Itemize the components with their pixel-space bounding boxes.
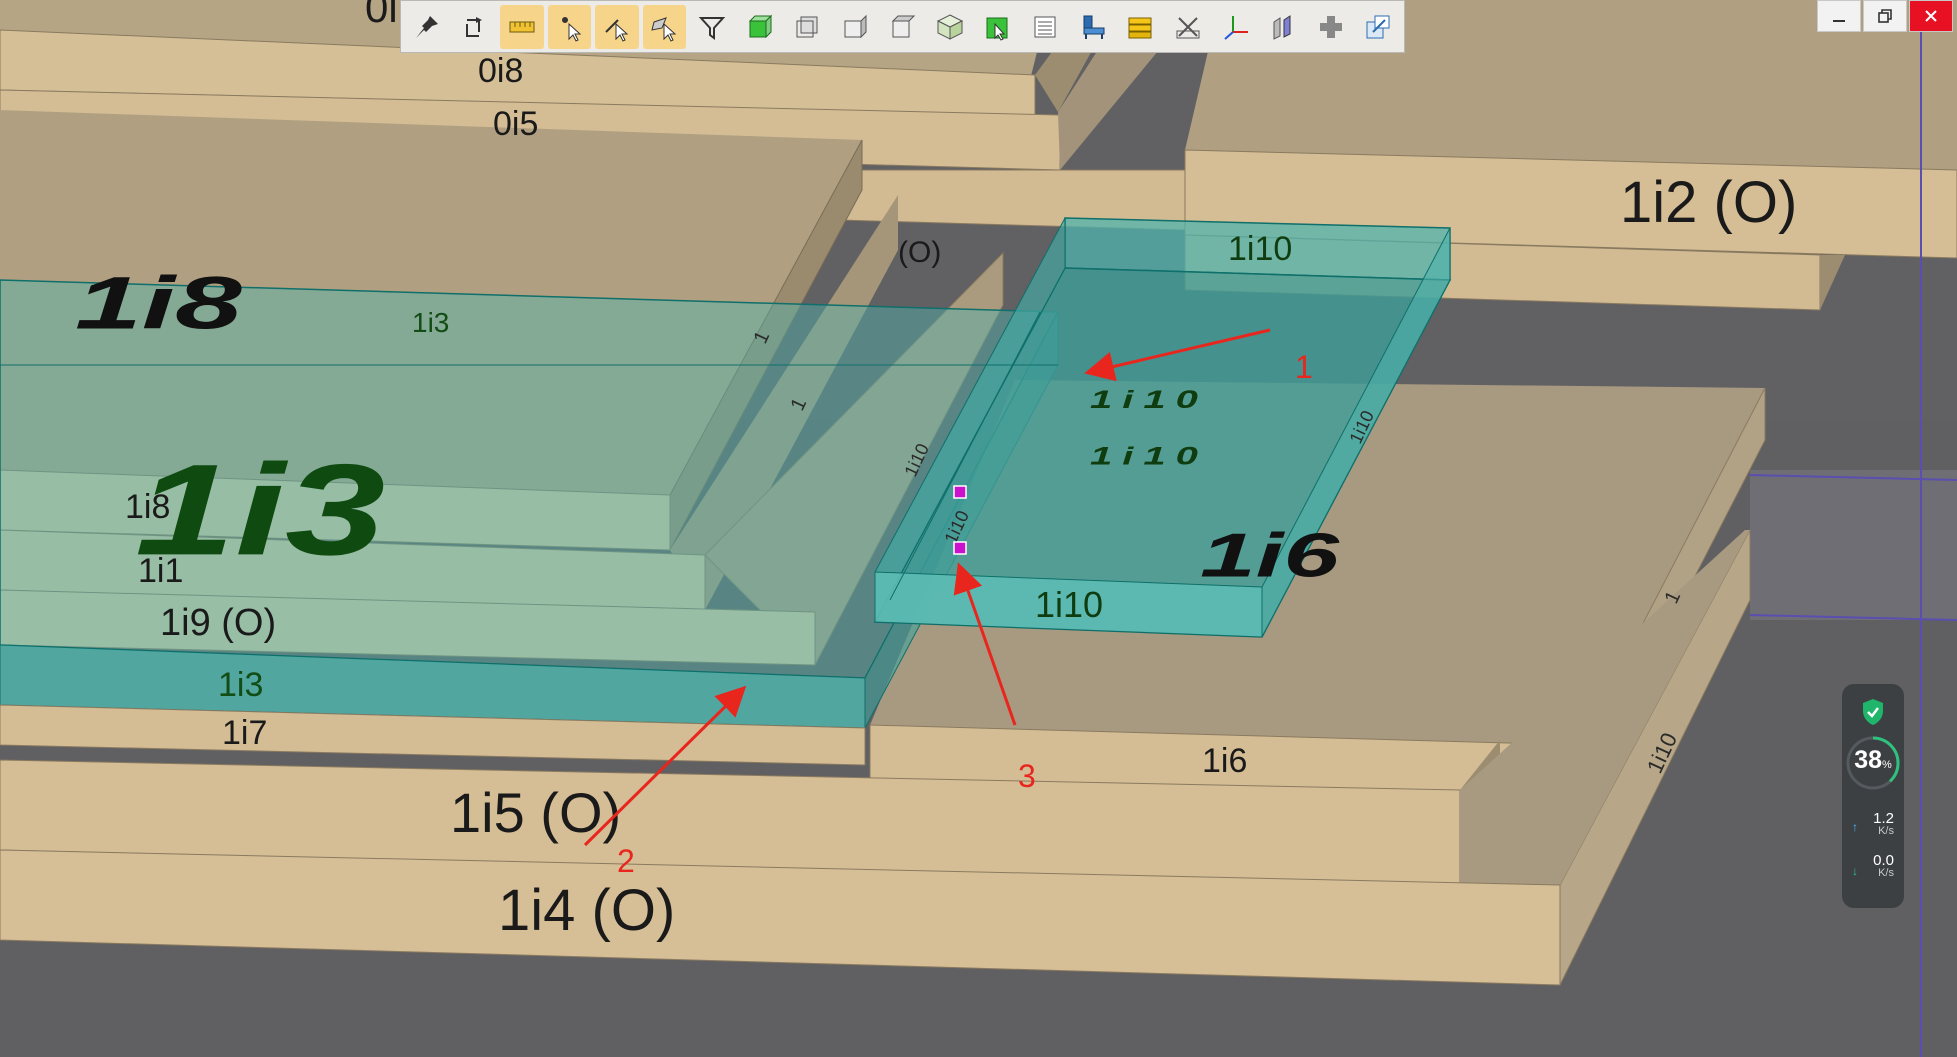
label-0i5: 0i5 (493, 105, 538, 143)
label-1i3-front: 1i3 (218, 666, 263, 704)
3d-viewport[interactable]: 0i12 (O) 0i8 0i5 (O) 1i2 (O) 1i8 1i3 1i3… (0, 0, 1957, 1057)
label-1i10-front: 1i10 (1035, 584, 1103, 625)
label-1i6-front: 1i6 (1202, 742, 1247, 780)
label-1i10-face-b: 1i10 (1090, 443, 1208, 471)
label-1i9: 1i9 (O) (160, 602, 276, 644)
board-1i2-lower-side (1820, 255, 1845, 310)
axes-icon[interactable] (1214, 5, 1258, 49)
view-left-icon[interactable] (833, 5, 877, 49)
add-icon[interactable] (1309, 5, 1353, 49)
select-object-icon[interactable] (976, 5, 1020, 49)
label-1i7: 1i7 (222, 714, 267, 752)
label-1i8-big: 1i8 (75, 262, 242, 345)
annotation-label-1: 1 (1295, 349, 1313, 385)
minimize-icon[interactable] (1817, 0, 1861, 32)
label-1i1: 1i1 (138, 552, 183, 590)
annotation-label-2: 2 (617, 843, 635, 879)
view-iso-icon[interactable] (928, 5, 972, 49)
rotate-icon[interactable] (453, 5, 497, 49)
label-0i8: 0i8 (478, 52, 523, 90)
label-1i10-face-a: 1i10 (1090, 386, 1208, 414)
label-1i4: 1i4 (O) (498, 878, 675, 943)
restore-icon[interactable] (1863, 0, 1907, 32)
view-right-icon[interactable] (881, 5, 925, 49)
annotation-label-3: 3 (1018, 758, 1036, 794)
upload-rate: 1.2 K/s (1873, 810, 1894, 837)
download-rate: 0.0 K/s (1873, 852, 1894, 879)
vertex-handle[interactable] (953, 485, 967, 499)
toolbar (400, 0, 1405, 53)
ruler-icon[interactable] (500, 4, 544, 49)
export-icon[interactable] (1357, 5, 1401, 49)
label-1i2: 1i2 (O) (1620, 170, 1797, 235)
close-icon[interactable] (1909, 0, 1953, 32)
layers-icon[interactable] (1119, 5, 1163, 49)
edge-select-icon[interactable] (595, 4, 639, 49)
window-controls (1815, 0, 1953, 34)
chair-icon[interactable] (1071, 5, 1115, 49)
panels-icon[interactable] (1261, 5, 1305, 49)
cut-icon[interactable] (1166, 5, 1210, 49)
label-1i10-top: 1i10 (1228, 230, 1292, 268)
label-1i6-big: 1i6 (1200, 521, 1340, 590)
vertex-handle[interactable] (953, 541, 967, 555)
list-icon[interactable] (1024, 5, 1068, 49)
cpu-percent: 38% (1854, 746, 1892, 774)
label-1i3-small-top: 1i3 (412, 307, 449, 338)
view-front-icon[interactable] (738, 5, 782, 49)
pin-icon[interactable] (405, 5, 449, 49)
filter-icon[interactable] (690, 5, 734, 49)
network-monitor-widget[interactable]: 38% ↑ 1.2 K/s ↓ 0.0 K/s (1842, 684, 1904, 908)
floor-right-band (1750, 470, 1957, 620)
label-partial-o: (O) (898, 236, 941, 269)
point-select-icon[interactable] (547, 4, 592, 49)
shield-check-icon (1863, 699, 1883, 725)
face-select-icon[interactable] (642, 4, 687, 49)
label-1i8-small: 1i8 (125, 488, 170, 526)
view-back-icon[interactable] (786, 5, 830, 49)
